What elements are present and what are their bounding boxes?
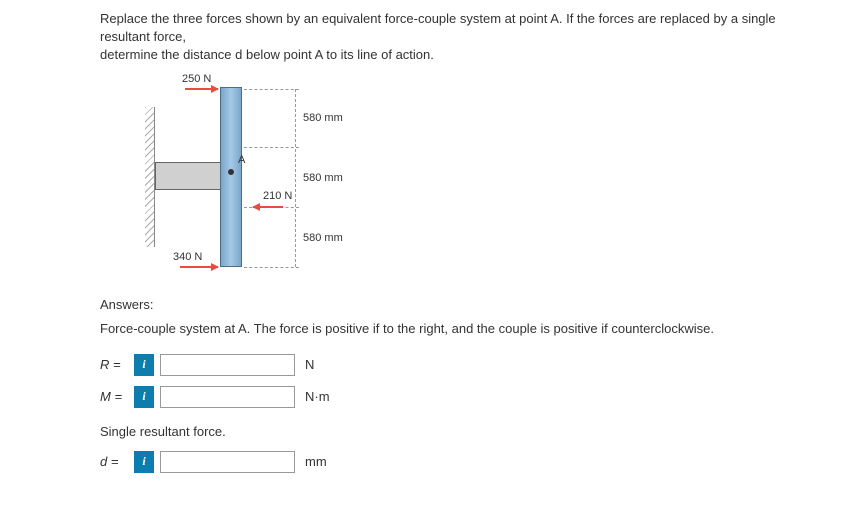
- force-arrow-250: [185, 88, 218, 90]
- input-d[interactable]: [160, 451, 295, 473]
- unit-r: N: [305, 357, 314, 372]
- question-line2: determine the distance d below point A t…: [100, 47, 434, 62]
- point-a-label: A: [238, 154, 245, 166]
- question-text: Replace the three forces shown by an equ…: [100, 10, 825, 65]
- dimension-tick: [244, 267, 299, 268]
- input-r[interactable]: [160, 354, 295, 376]
- answers-heading: Answers:: [100, 297, 825, 312]
- field-label-d: d =: [100, 454, 128, 469]
- answers-instruction: Force-couple system at A. The force is p…: [100, 320, 825, 338]
- field-row-r: R = i N: [100, 354, 825, 376]
- field-row-m: M = i N·m: [100, 386, 825, 408]
- dimension-tick: [244, 89, 299, 90]
- vertical-column: [220, 87, 242, 267]
- info-icon[interactable]: i: [134, 354, 154, 376]
- dimension-label: 580 mm: [303, 172, 343, 184]
- dimension-label: 580 mm: [303, 232, 343, 244]
- force-arrow-210: [253, 206, 283, 208]
- info-icon[interactable]: i: [134, 451, 154, 473]
- problem-figure: A 580 mm 580 mm 580 mm 250 N 210 N 340 N: [125, 77, 405, 277]
- force-arrow-340: [180, 266, 218, 268]
- force-label-340: 340 N: [173, 251, 202, 263]
- force-label-210: 210 N: [263, 190, 292, 202]
- point-a-dot: [228, 169, 234, 175]
- dimension-label: 580 mm: [303, 112, 343, 124]
- field-label-r: R =: [100, 357, 128, 372]
- info-icon[interactable]: i: [134, 386, 154, 408]
- field-row-d: d = i mm: [100, 451, 825, 473]
- input-m[interactable]: [160, 386, 295, 408]
- question-line1: Replace the three forces shown by an equ…: [100, 11, 776, 44]
- unit-m: N·m: [305, 389, 330, 404]
- field-label-m: M =: [100, 389, 128, 404]
- dimension-axis: [295, 89, 296, 267]
- unit-d: mm: [305, 454, 327, 469]
- wall-hatch: [145, 107, 155, 247]
- force-label-250: 250 N: [182, 73, 211, 85]
- single-resultant-heading: Single resultant force.: [100, 424, 825, 439]
- dimension-tick: [244, 147, 299, 148]
